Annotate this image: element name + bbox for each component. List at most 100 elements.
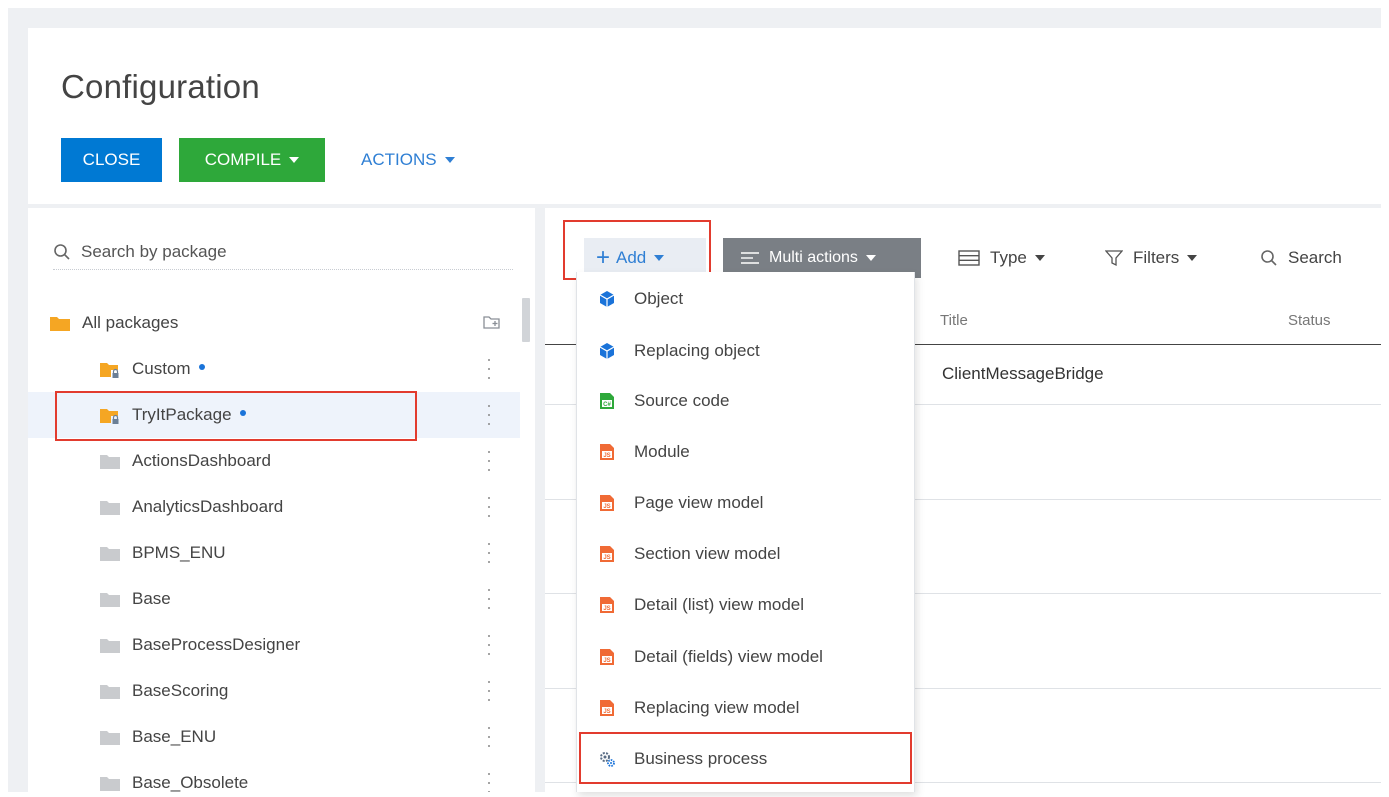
filters-button[interactable]: Filters <box>1105 238 1198 278</box>
tree-item-tryitpackage[interactable]: TryItPackage <box>28 392 520 438</box>
source-code-icon: C# <box>600 393 614 409</box>
menu-item-object[interactable]: Object <box>577 274 914 324</box>
menu-item-label: Business process <box>634 749 768 768</box>
svg-text:JS: JS <box>603 453 610 459</box>
packages-panel: All packages Custom TryItPackage Actions… <box>28 208 535 792</box>
business-process-gears-icon <box>600 752 615 767</box>
close-button[interactable]: CLOSE <box>61 138 162 182</box>
menu-item-replacing-object[interactable]: Replacing object <box>577 326 914 376</box>
menu-item-section-view-model[interactable]: JS Section view model <box>577 529 914 579</box>
menu-item-detail-list-view-model[interactable]: JS Detail (list) view model <box>577 580 914 630</box>
menu-item-label: Detail (list) view model <box>634 595 805 614</box>
tree-item-baseprocessdesigner[interactable]: BaseProcessDesigner <box>28 622 520 668</box>
tree-item-analyticsdashboard[interactable]: AnalyticsDashboard <box>28 484 520 530</box>
search-icon <box>54 243 70 260</box>
tree-item-label: Base_ENU <box>132 727 217 746</box>
js-file-icon: JS <box>600 597 614 613</box>
kebab-menu-icon[interactable] <box>486 451 492 471</box>
svg-text:JS: JS <box>603 555 610 561</box>
search-button[interactable]: Search <box>1260 238 1342 278</box>
menu-item-business-process[interactable]: Business process <box>577 734 914 784</box>
menu-item-page-view-model[interactable]: JS Page view model <box>577 478 914 528</box>
tree-item-label: TryItPackage <box>132 405 232 424</box>
folder-icon <box>50 315 70 331</box>
filter-funnel-icon <box>1105 250 1123 267</box>
svg-text:C#: C# <box>603 402 611 408</box>
js-file-icon: JS <box>600 700 614 716</box>
tree-item-label: Custom <box>132 359 191 378</box>
tree-scrollbar[interactable] <box>522 298 530 342</box>
svg-text:JS: JS <box>603 658 610 664</box>
folder-icon <box>100 775 120 791</box>
kebab-menu-icon[interactable] <box>486 773 492 792</box>
multi-actions-label: Multi actions <box>769 249 858 266</box>
menu-item-label: Module <box>634 442 690 461</box>
tree-item-label: BaseProcessDesigner <box>132 635 301 654</box>
caret-down-icon <box>1034 255 1045 261</box>
menu-item-replacing-view-model[interactable]: JS Replacing view model <box>577 683 914 733</box>
menu-item-source-code[interactable]: C# Source code <box>577 376 914 426</box>
folder-icon <box>100 683 120 699</box>
page-header: Configuration CLOSE COMPILE ACTIONS <box>28 28 1381 204</box>
caret-down-icon <box>1187 255 1198 261</box>
list-icon <box>958 250 980 266</box>
tree-item-bpms-enu[interactable]: BPMS_ENU <box>28 530 520 576</box>
type-label: Type <box>990 248 1027 267</box>
js-file-icon: JS <box>600 649 614 665</box>
menu-item-module[interactable]: JS Module <box>577 427 914 477</box>
locked-folder-icon <box>100 407 120 424</box>
search-label: Search <box>1288 248 1342 267</box>
kebab-menu-icon[interactable] <box>486 497 492 517</box>
compile-button[interactable]: COMPILE <box>179 138 325 182</box>
actions-menu-button[interactable]: ACTIONS <box>361 138 455 182</box>
svg-text:JS: JS <box>603 606 610 612</box>
folder-icon <box>100 591 120 607</box>
kebab-menu-icon[interactable] <box>486 405 492 425</box>
kebab-menu-icon[interactable] <box>486 681 492 701</box>
tree-item-base-enu[interactable]: Base_ENU <box>28 714 520 760</box>
folder-icon <box>100 729 120 745</box>
package-search[interactable] <box>53 234 513 270</box>
filters-label: Filters <box>1133 248 1180 267</box>
plus-icon: + <box>596 244 611 271</box>
package-search-input[interactable] <box>81 241 481 262</box>
folder-icon <box>100 499 120 515</box>
tree-item-actionsdashboard[interactable]: ActionsDashboard <box>28 438 520 484</box>
menu-item-label: Section view model <box>634 544 781 563</box>
column-header-title[interactable]: Title <box>940 312 968 329</box>
caret-down-icon <box>865 255 876 261</box>
tree-item-base-obsolete[interactable]: Base_Obsolete <box>28 760 520 792</box>
add-dropdown-menu: Object Replacing object C# Source code J… <box>576 272 915 792</box>
add-button-label: Add <box>616 248 647 267</box>
add-folder-icon[interactable] <box>483 314 501 335</box>
kebab-menu-icon[interactable] <box>486 543 492 563</box>
object-cube-icon <box>599 291 615 307</box>
menu-item-detail-fields-view-model[interactable]: JS Detail (fields) view model <box>577 632 914 682</box>
search-icon <box>1261 250 1277 266</box>
modified-dot-icon <box>239 410 246 416</box>
tree-item-label: AnalyticsDashboard <box>132 497 284 516</box>
tree-item-custom[interactable]: Custom <box>28 346 520 392</box>
tree-item-all-packages[interactable]: All packages <box>28 300 520 346</box>
kebab-menu-icon[interactable] <box>486 359 492 379</box>
kebab-menu-icon[interactable] <box>486 635 492 655</box>
type-filter-button[interactable]: Type <box>958 238 1045 278</box>
js-file-icon: JS <box>600 444 614 460</box>
modified-dot-icon <box>198 364 205 370</box>
menu-item-label: Object <box>634 289 684 308</box>
column-header-status[interactable]: Status <box>1288 312 1331 329</box>
folder-icon <box>100 637 120 653</box>
grid-cell-title[interactable]: ClientMessageBridge <box>942 364 1104 384</box>
actions-label: ACTIONS <box>361 150 437 169</box>
page-title: Configuration <box>61 68 260 105</box>
caret-down-icon <box>654 255 665 261</box>
tree-item-label: BaseScoring <box>132 681 229 700</box>
kebab-menu-icon[interactable] <box>486 727 492 747</box>
object-cube-icon <box>599 343 615 359</box>
js-file-icon: JS <box>600 546 614 562</box>
menu-item-label: Detail (fields) view model <box>634 647 823 666</box>
kebab-menu-icon[interactable] <box>486 589 492 609</box>
menu-item-label: Page view model <box>634 493 764 512</box>
tree-item-base[interactable]: Base <box>28 576 520 622</box>
tree-item-basescoring[interactable]: BaseScoring <box>28 668 520 714</box>
